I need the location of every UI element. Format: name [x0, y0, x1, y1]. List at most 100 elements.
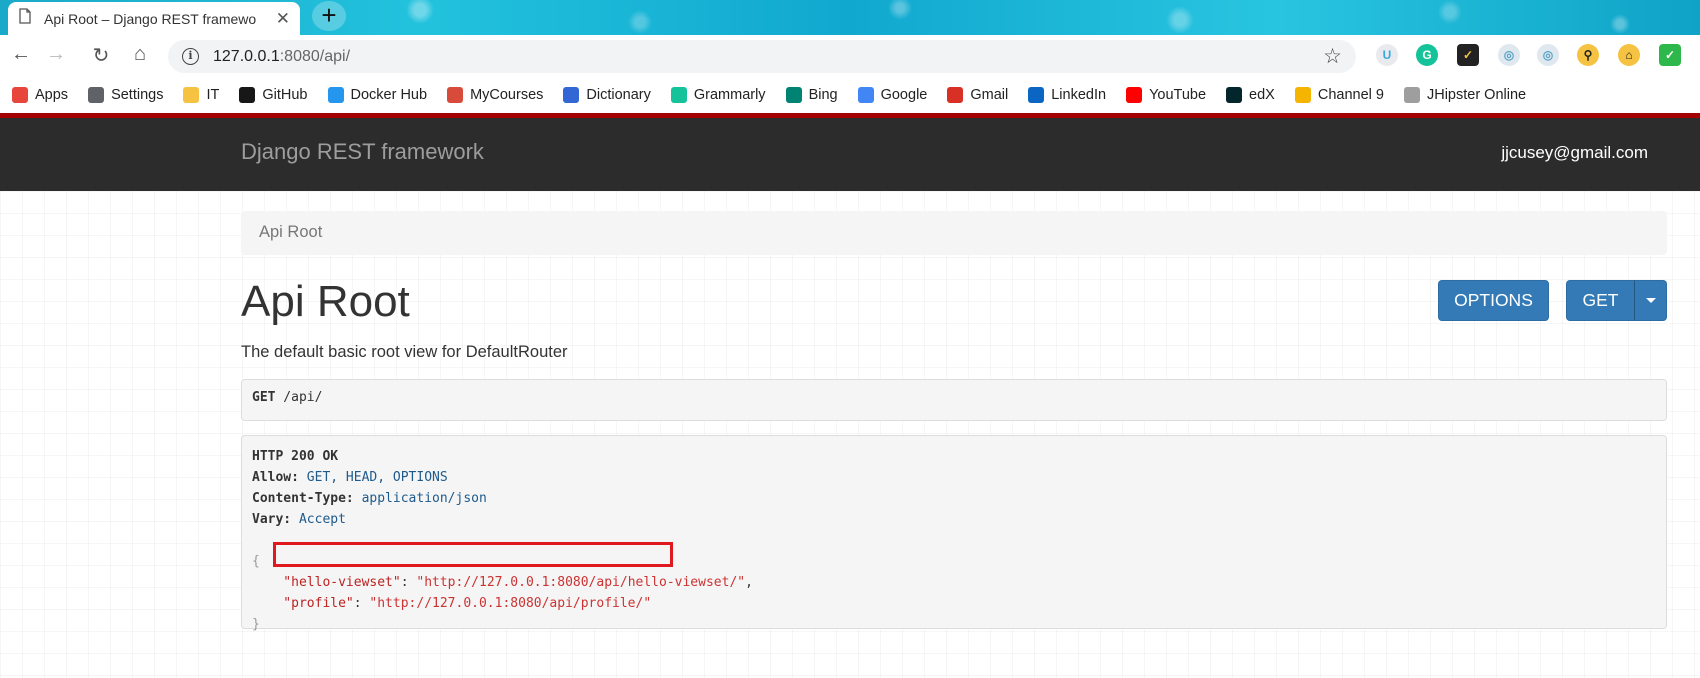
breadcrumb-item-api-root[interactable]: Api Root	[259, 223, 322, 241]
bookmark-label: YouTube	[1149, 87, 1207, 103]
channel9-icon	[1294, 87, 1311, 103]
json-separator: :	[400, 575, 417, 590]
vary-header-value: Accept	[291, 512, 346, 527]
bookmark-it[interactable]: IT	[183, 87, 219, 103]
edx-icon	[1226, 87, 1243, 103]
bookmark-label: Google	[880, 87, 928, 103]
json-close-brace: }	[252, 617, 260, 632]
bookmark-label: Grammarly	[693, 87, 766, 103]
bookmark-label: MyCourses	[470, 87, 544, 103]
page-body: Api Root Api Root The default basic root…	[0, 191, 1700, 678]
page-title: Api Root	[241, 277, 410, 326]
grammarly-extension-icon[interactable]: G	[1416, 44, 1438, 66]
bookmark-google[interactable]: Google	[857, 87, 928, 103]
ublock-extension-icon[interactable]: U	[1376, 44, 1398, 66]
json-open-brace: {	[252, 554, 260, 569]
hello-viewset-link[interactable]: "http://127.0.0.1:8080/api/hello-viewset…	[416, 575, 745, 590]
check-extension-icon[interactable]: ✓	[1659, 44, 1681, 66]
brand-link[interactable]: Django REST framework	[241, 139, 484, 165]
bookmark-apps[interactable]: Apps	[12, 87, 68, 103]
content-type-value: application/json	[353, 491, 487, 506]
loop-extension-icon[interactable]: ◎	[1498, 44, 1520, 66]
bookmark-mycourses[interactable]: MyCourses	[447, 87, 543, 103]
bookmark-channel-9[interactable]: Channel 9	[1294, 87, 1384, 103]
grammarly-icon	[670, 87, 687, 103]
bookmark-label: JHipster Online	[1426, 87, 1527, 103]
close-icon[interactable]: ✕	[276, 9, 290, 29]
jhipster-icon	[1403, 87, 1420, 103]
get-button[interactable]: GET	[1566, 280, 1635, 321]
response-info: HTTP 200 OK Allow: GET, HEAD, OPTIONS Co…	[241, 435, 1667, 632]
url-path: :8080/api/	[279, 47, 351, 65]
home-extension-icon[interactable]: ⌂	[1618, 44, 1640, 66]
bookmark-grammarly[interactable]: Grammarly	[670, 87, 766, 103]
bookmark-settings[interactable]: Settings	[88, 87, 163, 103]
bookmark-edx[interactable]: edX	[1226, 87, 1275, 103]
page-icon	[18, 8, 32, 29]
bing-icon	[785, 87, 802, 103]
allow-header-label: Allow:	[252, 470, 299, 485]
request-info: GET /api/	[241, 379, 1667, 421]
bookmark-label: GitHub	[262, 87, 308, 103]
bookmark-label: Channel 9	[1317, 87, 1384, 103]
github-icon	[239, 87, 256, 103]
bookmark-label: Apps	[35, 87, 69, 103]
red-annotation-box	[273, 542, 673, 567]
bookmark-label: Dictionary	[586, 87, 651, 103]
request-method: GET	[252, 390, 276, 405]
checklist-extension-icon[interactable]: ✓	[1457, 44, 1479, 66]
address-bar[interactable]: i 127.0.0.1 :8080/api/ ☆	[168, 40, 1356, 73]
new-tab-button[interactable]: +	[312, 1, 346, 31]
page-description: The default basic root view for DefaultR…	[241, 343, 568, 361]
bookmark-github[interactable]: GitHub	[239, 87, 308, 103]
home-icon[interactable]: ⌂	[127, 43, 153, 66]
browser-tab[interactable]: Api Root – Django REST framewo ✕	[8, 2, 300, 35]
back-icon[interactable]: ←	[8, 43, 34, 66]
request-path: /api/	[275, 390, 323, 405]
json-separator: :	[353, 596, 370, 611]
apps-grid-icon	[12, 87, 28, 103]
user-menu[interactable]: jjcusey@gmail.com	[1501, 143, 1648, 163]
browser-tab-strip: Api Root – Django REST framewo ✕ +	[0, 0, 1700, 35]
dictionary-icon	[563, 87, 580, 103]
vary-header-label: Vary:	[252, 512, 292, 527]
bookmark-label: Gmail	[970, 87, 1009, 103]
options-button[interactable]: OPTIONS	[1438, 280, 1549, 321]
drf-navbar: Django REST framework jjcusey@gmail.com	[0, 113, 1700, 191]
loop2-extension-icon[interactable]: ◎	[1537, 44, 1559, 66]
tab-title: Api Root – Django REST framewo	[44, 10, 256, 27]
bookmark-label: Settings	[111, 87, 164, 103]
info-icon[interactable]: i	[182, 48, 199, 65]
bookmark-gmail[interactable]: Gmail	[947, 87, 1008, 103]
bookmark-youtube[interactable]: YouTube	[1126, 87, 1206, 103]
allow-header-value: GET, HEAD, OPTIONS	[298, 470, 448, 485]
bookmark-linkedin[interactable]: LinkedIn	[1028, 87, 1106, 103]
bookmarks-bar: Apps Settings IT GitHub Docker Hub MyCourses D…	[0, 77, 1700, 113]
linkedin-icon	[1028, 87, 1045, 103]
bookmark-label: edX	[1249, 87, 1275, 103]
docker-icon	[327, 87, 344, 103]
url-host: 127.0.0.1	[213, 47, 280, 65]
bookmark-docker-hub[interactable]: Docker Hub	[327, 87, 428, 103]
bookmark-bing[interactable]: Bing	[785, 87, 838, 103]
gear-icon	[88, 87, 105, 103]
mycourses-icon	[447, 87, 464, 103]
content-type-label: Content-Type:	[252, 491, 354, 506]
search-extension-icon[interactable]: ⚲	[1577, 44, 1599, 66]
google-icon	[857, 87, 874, 103]
json-key-profile: "profile"	[252, 596, 354, 611]
gmail-icon	[947, 87, 964, 103]
caret-down-icon	[1645, 298, 1656, 303]
youtube-icon	[1126, 87, 1143, 103]
forward-icon[interactable]: →	[43, 43, 69, 66]
bookmark-jhipster-online[interactable]: JHipster Online	[1403, 87, 1527, 103]
get-format-dropdown[interactable]	[1634, 280, 1667, 321]
folder-icon	[183, 87, 200, 103]
profile-link[interactable]: "http://127.0.0.1:8080/api/profile/"	[369, 596, 651, 611]
bookmark-star-icon[interactable]: ☆	[1323, 44, 1342, 69]
browser-toolbar: ← → ↻ ⌂ i 127.0.0.1 :8080/api/ ☆ U G ✓ ◎…	[0, 35, 1700, 77]
reload-icon[interactable]: ↻	[88, 43, 114, 68]
breadcrumb: Api Root	[241, 211, 1667, 255]
bookmark-dictionary[interactable]: Dictionary	[563, 87, 651, 103]
bookmark-label: Docker Hub	[350, 87, 428, 103]
